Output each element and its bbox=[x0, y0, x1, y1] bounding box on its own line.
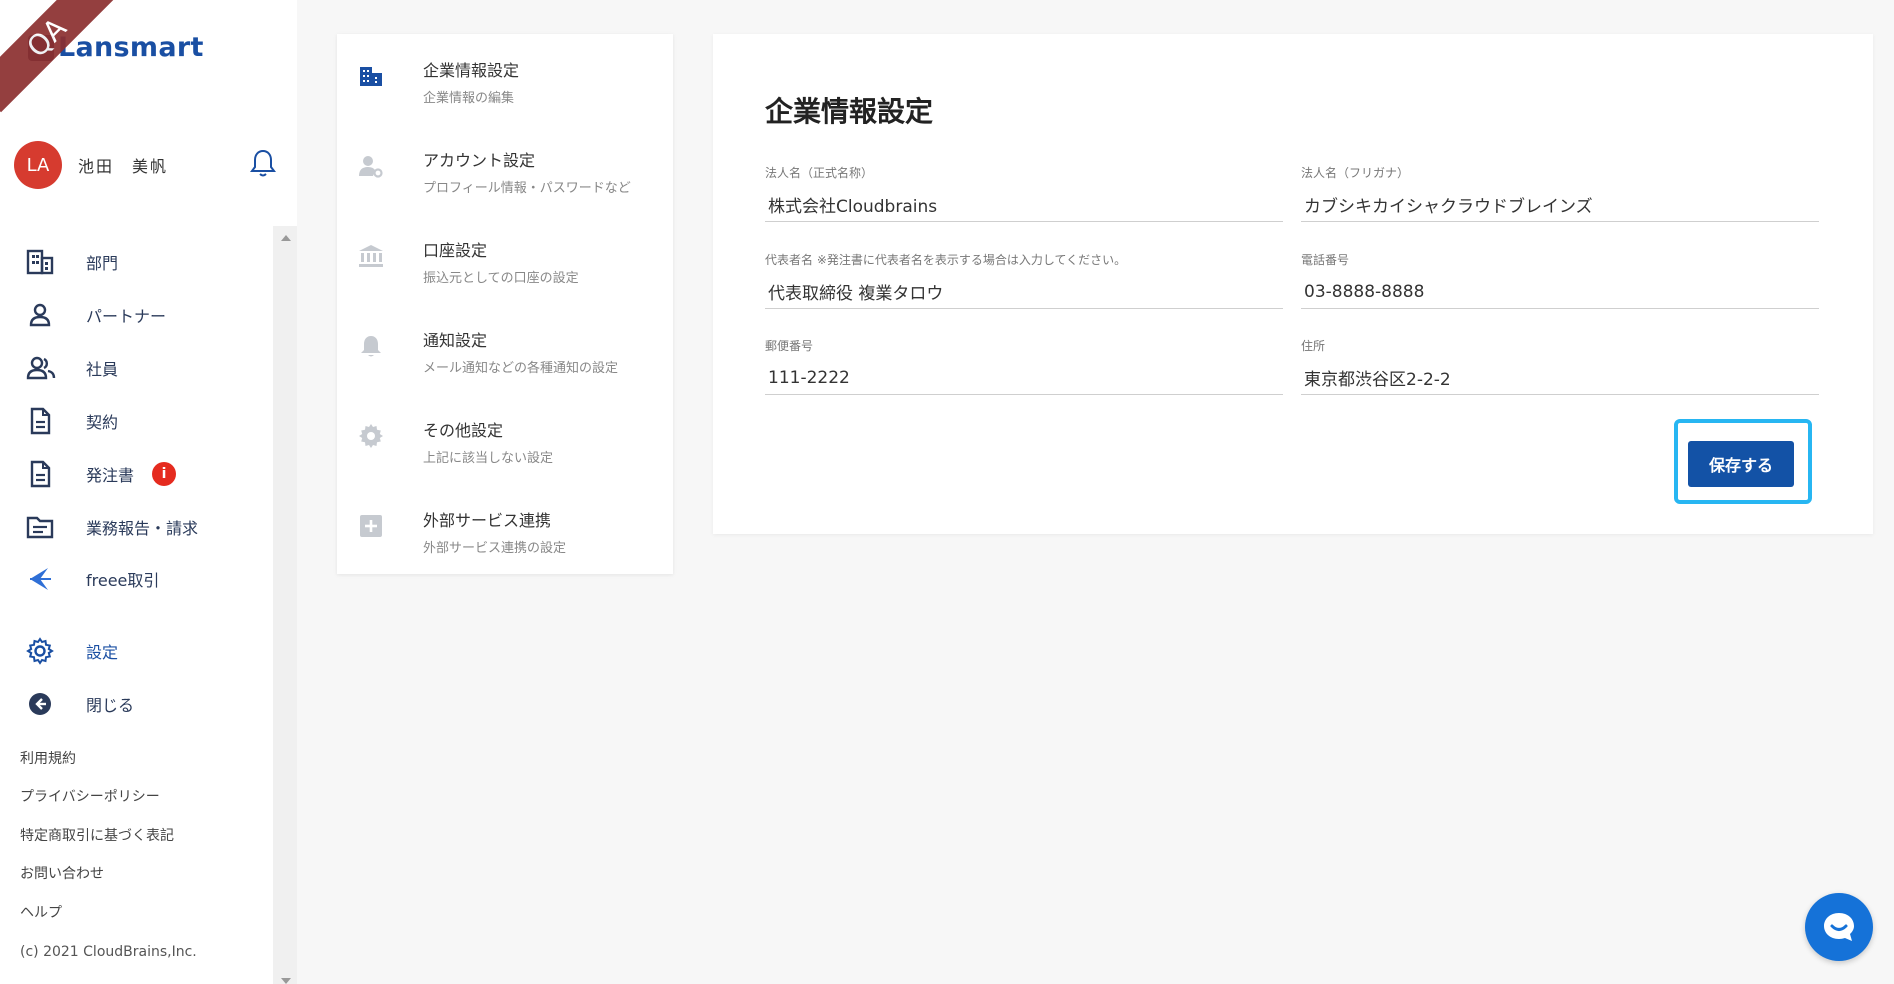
sidebar-item-employees[interactable]: 社員 bbox=[26, 350, 118, 386]
settings-menu-item-bank[interactable]: 口座設定 振込元としての口座の設定 bbox=[337, 214, 673, 304]
sidebar-item-purchase-orders[interactable]: 発注書 i bbox=[26, 456, 177, 492]
sidebar-item-label: 業務報告・請求 bbox=[86, 519, 199, 538]
postal-code-label: 郵便番号 bbox=[765, 339, 814, 353]
phone-field: 電話番号 bbox=[1301, 251, 1819, 323]
user-name: 池田 美帆 bbox=[78, 157, 169, 176]
settings-menu-title: 通知設定 bbox=[423, 331, 488, 350]
sidebar-item-reports-invoices[interactable]: 業務報告・請求 bbox=[26, 509, 198, 545]
corp-kana-label: 法人名（フリガナ） bbox=[1301, 166, 1410, 180]
sidebar-item-label: 部門 bbox=[86, 254, 119, 273]
phone-input[interactable] bbox=[1301, 275, 1819, 309]
settings-menu-title: 外部サービス連携 bbox=[423, 511, 552, 530]
settings-menu-item-other[interactable]: その他設定 上記に該当しない設定 bbox=[337, 394, 673, 484]
avatar[interactable]: LA bbox=[14, 141, 62, 189]
settings-menu-title: 口座設定 bbox=[423, 241, 488, 260]
sidebar-item-settings[interactable]: 設定 bbox=[26, 633, 118, 669]
info-badge-icon: i bbox=[152, 462, 177, 486]
bell-icon[interactable] bbox=[250, 148, 276, 178]
company-info-form: 企業情報設定 法人名（正式名称） 法人名（フリガナ） 代表者名 ※発注書に代表者… bbox=[713, 34, 1873, 534]
footer-link-terms[interactable]: 利用規約 bbox=[20, 748, 76, 768]
settings-menu-item-account[interactable]: アカウント設定 プロフィール情報・パスワードなど bbox=[337, 124, 673, 214]
sidebar-scrollbar[interactable] bbox=[273, 226, 297, 984]
sidebar-item-label: freee取引 bbox=[86, 571, 160, 590]
representative-field: 代表者名 ※発注書に代表者名を表示する場合は入力してください。 bbox=[765, 251, 1283, 323]
page-title: 企業情報設定 bbox=[765, 95, 934, 128]
sidebar-item-contracts[interactable]: 契約 bbox=[26, 403, 118, 439]
address-field: 住所 bbox=[1301, 337, 1819, 409]
representative-label: 代表者名 ※発注書に代表者名を表示する場合は入力してください。 bbox=[765, 253, 1127, 267]
document-icon bbox=[26, 459, 60, 489]
plus-box-icon bbox=[355, 510, 387, 542]
phone-label: 電話番号 bbox=[1301, 253, 1350, 267]
save-button[interactable]: 保存する bbox=[1688, 441, 1794, 487]
sidebar-item-freee[interactable]: freee取引 bbox=[26, 561, 159, 597]
settings-menu-title: その他設定 bbox=[423, 421, 504, 440]
settings-menu-desc: プロフィール情報・パスワードなど bbox=[423, 181, 631, 196]
corp-kana-input[interactable] bbox=[1301, 188, 1819, 222]
address-label: 住所 bbox=[1301, 339, 1326, 353]
postal-code-field: 郵便番号 bbox=[765, 337, 1283, 409]
settings-menu-desc: 振込元としての口座の設定 bbox=[423, 271, 579, 286]
corp-kana-field: 法人名（フリガナ） bbox=[1301, 164, 1819, 236]
settings-menu-desc: 企業情報の編集 bbox=[423, 91, 515, 106]
corp-name-input[interactable] bbox=[765, 188, 1283, 222]
sidebar-item-label: 契約 bbox=[86, 413, 119, 432]
settings-menu-desc: 外部サービス連携の設定 bbox=[423, 541, 567, 556]
copyright: (c) 2021 CloudBrains,Inc. bbox=[20, 944, 197, 960]
user-gear-icon bbox=[355, 150, 387, 182]
sidebar-item-label: 設定 bbox=[86, 643, 119, 662]
people-icon bbox=[26, 353, 60, 383]
person-icon bbox=[26, 300, 60, 330]
sidebar-item-close[interactable]: 閉じる bbox=[26, 686, 134, 722]
bank-icon bbox=[355, 240, 387, 272]
settings-menu-item-company[interactable]: 企業情報設定 企業情報の編集 bbox=[337, 34, 673, 124]
sidebar-item-label: パートナー bbox=[86, 307, 167, 326]
settings-menu-title: アカウント設定 bbox=[423, 151, 536, 170]
corp-name-label: 法人名（正式名称） bbox=[765, 166, 874, 180]
sidebar-item-label: 発注書 bbox=[86, 466, 135, 485]
gear-icon bbox=[355, 420, 387, 452]
sidebar: QA Lansmart LA 池田 美帆 部門 パートナー 社員 契約 発注書 … bbox=[0, 0, 297, 984]
document-icon bbox=[26, 406, 60, 436]
logo-text: Lansmart bbox=[58, 32, 204, 63]
gear-icon bbox=[26, 636, 60, 666]
footer-link-contact[interactable]: お問い合わせ bbox=[20, 863, 104, 883]
settings-menu-title: 企業情報設定 bbox=[423, 61, 520, 80]
sidebar-item-label: 閉じる bbox=[86, 696, 135, 715]
bell-icon bbox=[355, 330, 387, 362]
footer-link-commercial-law[interactable]: 特定商取引に基づく表記 bbox=[20, 825, 174, 845]
building-icon bbox=[355, 60, 387, 92]
settings-menu: 企業情報設定 企業情報の編集 アカウント設定 プロフィール情報・パスワードなど … bbox=[337, 34, 673, 574]
building-icon bbox=[26, 247, 60, 277]
footer-link-help[interactable]: ヘルプ bbox=[20, 902, 62, 922]
sidebar-item-partners[interactable]: パートナー bbox=[26, 297, 166, 333]
settings-menu-desc: 上記に該当しない設定 bbox=[423, 451, 554, 466]
settings-menu-item-notification[interactable]: 通知設定 メール通知などの各種通知の設定 bbox=[337, 304, 673, 394]
scroll-up-icon[interactable] bbox=[281, 235, 291, 241]
freee-icon bbox=[26, 564, 60, 594]
footer-link-privacy[interactable]: プライバシーポリシー bbox=[20, 786, 160, 806]
representative-input[interactable] bbox=[765, 275, 1283, 309]
sidebar-item-label: 社員 bbox=[86, 360, 119, 379]
postal-code-input[interactable] bbox=[765, 361, 1283, 395]
corp-name-field: 法人名（正式名称） bbox=[765, 164, 1283, 236]
scroll-down-icon[interactable] bbox=[281, 978, 291, 984]
chat-bubble-icon bbox=[1821, 910, 1857, 944]
folder-icon bbox=[26, 512, 60, 542]
sidebar-item-departments[interactable]: 部門 bbox=[26, 244, 118, 280]
arrow-left-circle-icon bbox=[26, 689, 60, 719]
user-row: LA 池田 美帆 bbox=[14, 140, 276, 190]
settings-menu-desc: メール通知などの各種通知の設定 bbox=[423, 361, 619, 376]
chat-widget-button[interactable] bbox=[1805, 893, 1873, 961]
settings-menu-item-integrations[interactable]: 外部サービス連携 外部サービス連携の設定 bbox=[337, 484, 673, 574]
address-input[interactable] bbox=[1301, 361, 1819, 395]
